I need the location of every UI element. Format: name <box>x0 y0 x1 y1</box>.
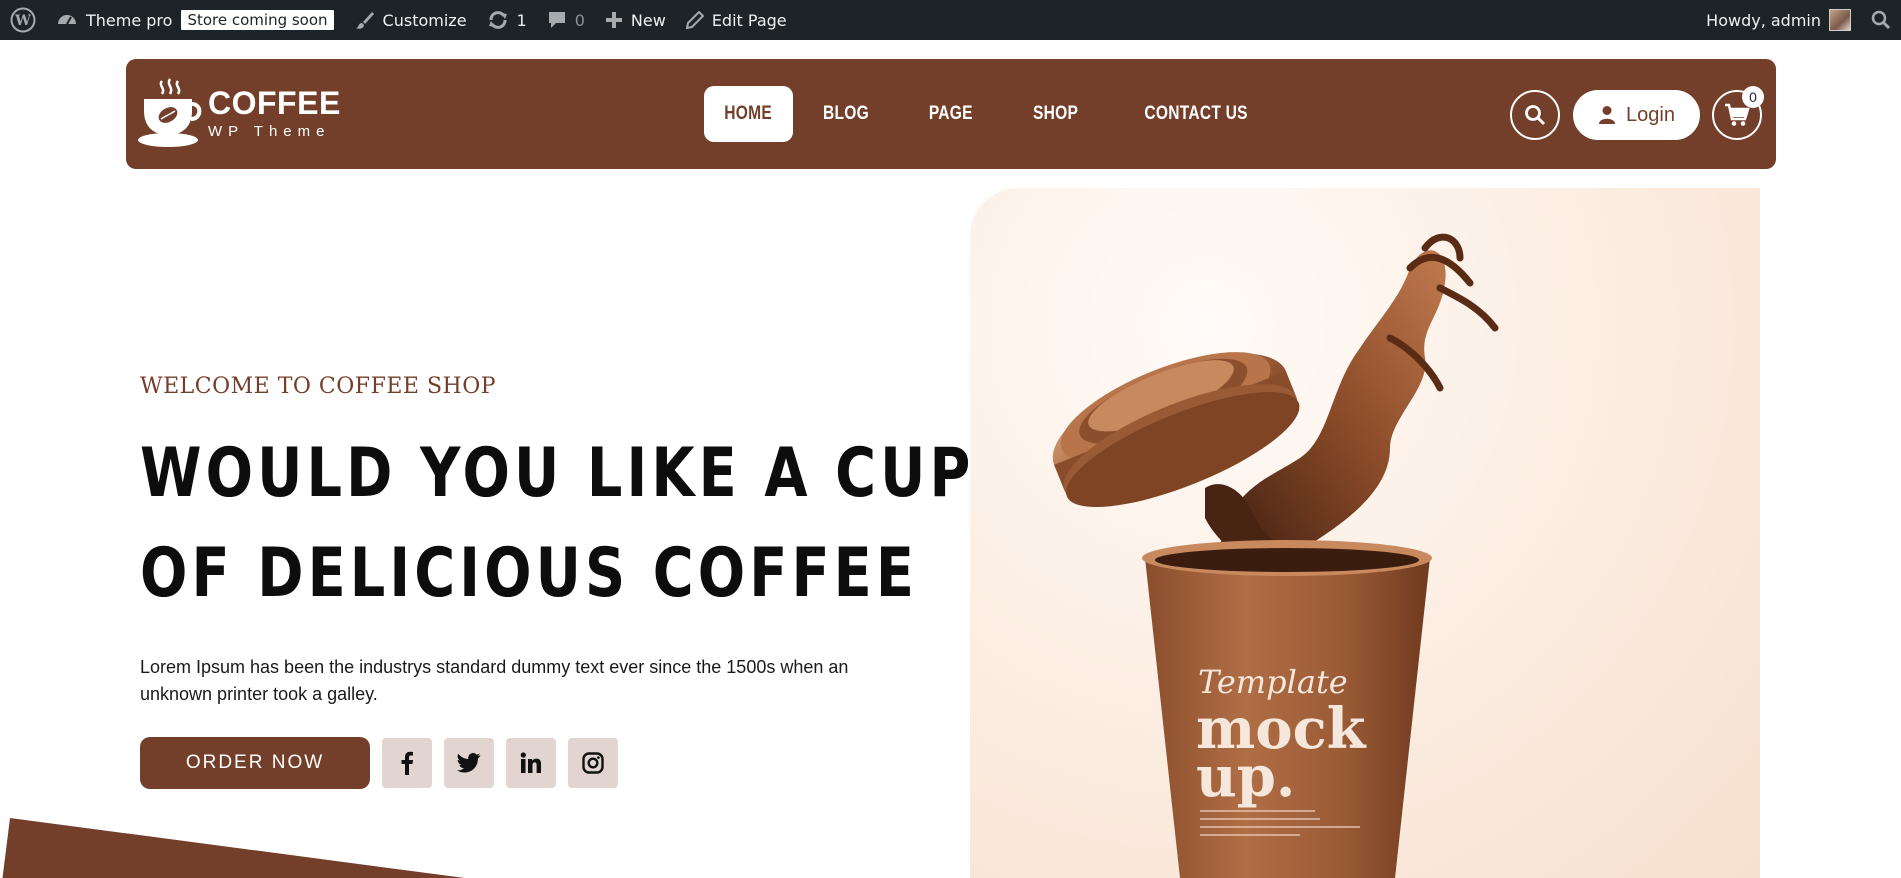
wordpress-logo-button[interactable]: W <box>0 0 46 40</box>
site-header: COFFEE WP Theme HOME BLOG PAGE SHOP CONT… <box>126 59 1776 169</box>
store-status-badge[interactable]: Store coming soon <box>180 9 335 31</box>
admin-bar: W Theme pro Store coming soon Customize … <box>0 0 1901 40</box>
instagram-icon <box>582 752 604 774</box>
coffee-cup-mockup-illustration: Template mock up. <box>1052 233 1499 878</box>
nav-shop[interactable]: SHOP <box>1012 86 1098 142</box>
avatar <box>1829 9 1851 31</box>
facebook-icon <box>401 751 413 775</box>
hero-title-line-2: OF DELICIOUS COFFEE <box>140 534 919 613</box>
linkedin-link[interactable] <box>506 738 556 788</box>
cart-button[interactable]: 0 <box>1712 86 1764 140</box>
hero-welcome: WELCOME TO COFFEE SHOP <box>140 374 497 399</box>
search-icon <box>1525 105 1546 126</box>
nav-home[interactable]: HOME <box>704 86 793 142</box>
logo-subtitle: WP Theme <box>208 122 331 140</box>
hero-description: Lorem Ipsum has been the industrys stand… <box>140 657 849 704</box>
twitter-icon <box>457 753 481 773</box>
cart-icon <box>1725 103 1750 126</box>
nav-contact-us[interactable]: CONTACT US <box>1124 86 1268 142</box>
instagram-link[interactable] <box>568 738 618 788</box>
customize-link[interactable]: Customize <box>345 0 477 40</box>
hero-title: WOULD YOU LIKE A CUP OF DELICIOUS COFFEE <box>140 424 975 624</box>
howdy-label: Howdy, admin <box>1706 10 1821 30</box>
cart-count-badge: 0 <box>1742 86 1764 108</box>
comments-count: 0 <box>574 10 585 30</box>
login-label: Login <box>1626 103 1675 126</box>
social-links <box>382 738 618 788</box>
svg-text:W: W <box>14 13 31 29</box>
dashboard-icon <box>58 15 76 25</box>
customize-label: Customize <box>382 10 467 30</box>
twitter-link[interactable] <box>444 738 494 788</box>
refresh-icon <box>488 11 507 29</box>
new-label: New <box>630 10 666 30</box>
user-icon <box>1599 106 1616 124</box>
order-now-button[interactable]: ORDER NOW <box>140 737 370 789</box>
account-menu[interactable]: Howdy, admin <box>1696 0 1861 40</box>
facebook-link[interactable] <box>382 738 432 788</box>
header-search-button[interactable] <box>1510 90 1560 140</box>
pencil-icon <box>685 11 704 29</box>
hero-coffee-image: Template mock up. <box>970 188 1760 878</box>
linkedin-icon <box>520 752 541 773</box>
coffee-cup-logo-icon <box>138 78 202 147</box>
wordpress-icon: W <box>10 7 36 33</box>
main-nav: HOME BLOG PAGE SHOP CONTACT US <box>704 86 1284 142</box>
login-button[interactable]: Login <box>1573 90 1700 140</box>
search-icon <box>1871 10 1891 30</box>
hero-title-line-1: WOULD YOU LIKE A CUP <box>140 434 975 513</box>
site-name: Theme pro <box>86 10 173 30</box>
paintbrush-icon <box>355 12 374 29</box>
comment-icon <box>548 12 565 28</box>
edit-page-label: Edit Page <box>711 10 787 30</box>
plus-icon <box>605 12 622 28</box>
decorative-stripe <box>2 818 465 878</box>
nav-blog[interactable]: BLOG <box>803 86 890 142</box>
mockup-bold-text-2: up. <box>1196 744 1295 810</box>
new-content-link[interactable]: New <box>595 0 676 40</box>
edit-page-link[interactable]: Edit Page <box>676 0 797 40</box>
updates-count: 1 <box>516 10 527 30</box>
nav-page[interactable]: PAGE <box>908 86 993 142</box>
updates-link[interactable]: 1 <box>477 0 537 40</box>
admin-search-button[interactable] <box>1861 0 1901 40</box>
logo-title: COFFEE <box>208 84 341 121</box>
site-logo[interactable]: COFFEE WP Theme <box>138 77 341 149</box>
comments-link[interactable]: 0 <box>537 0 595 40</box>
site-name-link[interactable]: Theme pro Store coming soon <box>46 0 345 40</box>
